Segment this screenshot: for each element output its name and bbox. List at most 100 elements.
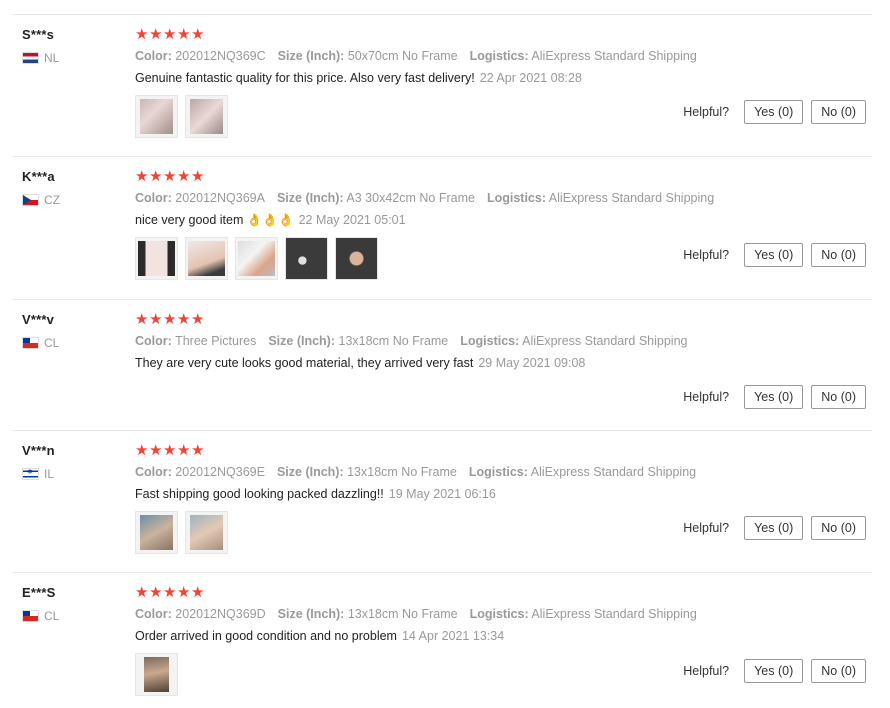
helpful-label: Helpful?: [683, 248, 730, 262]
review-photos: [135, 95, 235, 138]
review-photo-thumbnail[interactable]: [185, 237, 228, 280]
israel-flag-icon: [22, 468, 39, 480]
review-photo-thumbnail[interactable]: [285, 237, 328, 280]
helpful-no-button[interactable]: No (0): [811, 385, 866, 409]
star-icon: ★: [177, 583, 191, 601]
reviewer-country: CL: [22, 609, 59, 623]
review-item: S***s NL ★ ★ ★ ★ ★ Color: 202012NQ369C Size (…: [12, 15, 872, 157]
review-photo-thumbnail[interactable]: [185, 511, 228, 554]
star-icon: ★: [191, 310, 205, 328]
order-details: Color: 202012NQ369C Size (Inch): 50x70cm …: [135, 49, 697, 63]
size-value: 13x18cm No Frame: [338, 334, 449, 348]
country-code: IL: [44, 467, 55, 481]
star-icon: ★: [163, 25, 177, 43]
review-photos: [135, 511, 235, 554]
helpful-vote: Helpful? Yes (0) No (0): [683, 243, 866, 267]
review-photo-thumbnail[interactable]: [135, 95, 178, 138]
helpful-yes-button[interactable]: Yes (0): [744, 516, 804, 540]
color-value: 202012NQ369A: [175, 191, 265, 205]
star-icon: ★: [135, 25, 149, 43]
review-text: nice very good item 👌👌👌 22 May 2021 05:01: [135, 213, 406, 228]
chile-flag-icon: [22, 337, 39, 349]
helpful-label: Helpful?: [683, 664, 730, 678]
star-rating: ★ ★ ★ ★ ★: [135, 442, 205, 458]
review-body: They are very cute looks good material, …: [135, 356, 474, 370]
star-icon: ★: [191, 441, 205, 459]
review-body: nice very good item 👌👌👌: [135, 213, 294, 227]
logistics-value: AliExpress Standard Shipping: [530, 465, 697, 479]
color-label: Color:: [135, 607, 172, 621]
star-icon: ★: [149, 167, 163, 185]
helpful-no-button[interactable]: No (0): [811, 659, 866, 683]
color-value: 202012NQ369D: [175, 607, 266, 621]
review-body: Fast shipping good looking packed dazzli…: [135, 487, 384, 501]
color-label: Color:: [135, 334, 172, 348]
helpful-label: Helpful?: [683, 390, 730, 404]
helpful-no-button[interactable]: No (0): [811, 243, 866, 267]
star-icon: ★: [177, 441, 191, 459]
helpful-yes-button[interactable]: Yes (0): [744, 659, 804, 683]
review-photo-thumbnail[interactable]: [235, 237, 278, 280]
order-details: Color: 202012NQ369A Size (Inch): A3 30x42…: [135, 191, 714, 205]
review-text: They are very cute looks good material, …: [135, 356, 585, 370]
helpful-yes-button[interactable]: Yes (0): [744, 243, 804, 267]
review-photo-thumbnail[interactable]: [185, 95, 228, 138]
review-date: 22 May 2021 05:01: [298, 213, 406, 227]
review-body: Genuine fantastic quality for this price…: [135, 71, 475, 85]
helpful-vote: Helpful? Yes (0) No (0): [683, 100, 866, 124]
reviewer-name: V***v: [22, 312, 55, 327]
review-photo-thumbnail[interactable]: [135, 511, 178, 554]
size-label: Size (Inch):: [276, 191, 344, 205]
review-date: 19 May 2021 06:16: [388, 487, 496, 501]
country-code: CL: [44, 609, 60, 623]
size-label: Size (Inch):: [276, 465, 344, 479]
reviewer-country: IL: [22, 467, 54, 481]
star-icon: ★: [149, 310, 163, 328]
review-date: 29 May 2021 09:08: [478, 356, 586, 370]
logistics-label: Logistics:: [468, 465, 528, 479]
star-icon: ★: [163, 167, 177, 185]
star-icon: ★: [149, 583, 163, 601]
star-icon: ★: [191, 167, 205, 185]
review-photos: [135, 237, 385, 280]
star-rating: ★ ★ ★ ★ ★: [135, 311, 205, 327]
helpful-label: Helpful?: [683, 521, 730, 535]
review-date: 22 Apr 2021 08:28: [479, 71, 582, 85]
size-label: Size (Inch):: [268, 334, 336, 348]
size-value: 13x18cm No Frame: [347, 465, 457, 479]
review-text: Genuine fantastic quality for this price…: [135, 71, 582, 85]
star-rating: ★ ★ ★ ★ ★: [135, 26, 205, 42]
netherlands-flag-icon: [22, 52, 39, 64]
review-date: 14 Apr 2021 13:34: [401, 629, 505, 643]
order-details: Color: Three Pictures Size (Inch): 13x18c…: [135, 334, 687, 348]
size-label: Size (Inch):: [277, 49, 345, 63]
star-icon: ★: [135, 167, 149, 185]
logistics-value: AliExpress Standard Shipping: [548, 191, 715, 205]
size-label: Size (Inch):: [277, 607, 345, 621]
star-icon: ★: [135, 310, 149, 328]
logistics-value: AliExpress Standard Shipping: [531, 607, 697, 621]
star-icon: ★: [177, 25, 191, 43]
reviewer-country: CZ: [22, 193, 60, 207]
star-icon: ★: [177, 167, 191, 185]
star-icon: ★: [191, 583, 205, 601]
star-icon: ★: [163, 441, 177, 459]
helpful-no-button[interactable]: No (0): [811, 100, 866, 124]
helpful-no-button[interactable]: No (0): [811, 516, 866, 540]
review-body: Order arrived in good condition and no p…: [135, 629, 397, 643]
helpful-yes-button[interactable]: Yes (0): [744, 100, 804, 124]
size-value: 13x18cm No Frame: [347, 607, 458, 621]
country-code: CZ: [44, 193, 60, 207]
review-text: Fast shipping good looking packed dazzli…: [135, 487, 496, 501]
review-photo-thumbnail[interactable]: [335, 237, 378, 280]
czech-flag-icon: [22, 194, 39, 206]
color-value: Three Pictures: [175, 334, 257, 348]
review-photo-thumbnail[interactable]: [135, 653, 178, 696]
size-value: 50x70cm No Frame: [347, 49, 458, 63]
review-photo-thumbnail[interactable]: [135, 237, 178, 280]
helpful-yes-button[interactable]: Yes (0): [744, 385, 804, 409]
reviewer-name: E***S: [22, 585, 56, 600]
review-photos: [135, 653, 185, 696]
review-item: V***v CL ★ ★ ★ ★ ★ Color: Three Pictures Size…: [12, 300, 872, 431]
star-rating: ★ ★ ★ ★ ★: [135, 168, 205, 184]
